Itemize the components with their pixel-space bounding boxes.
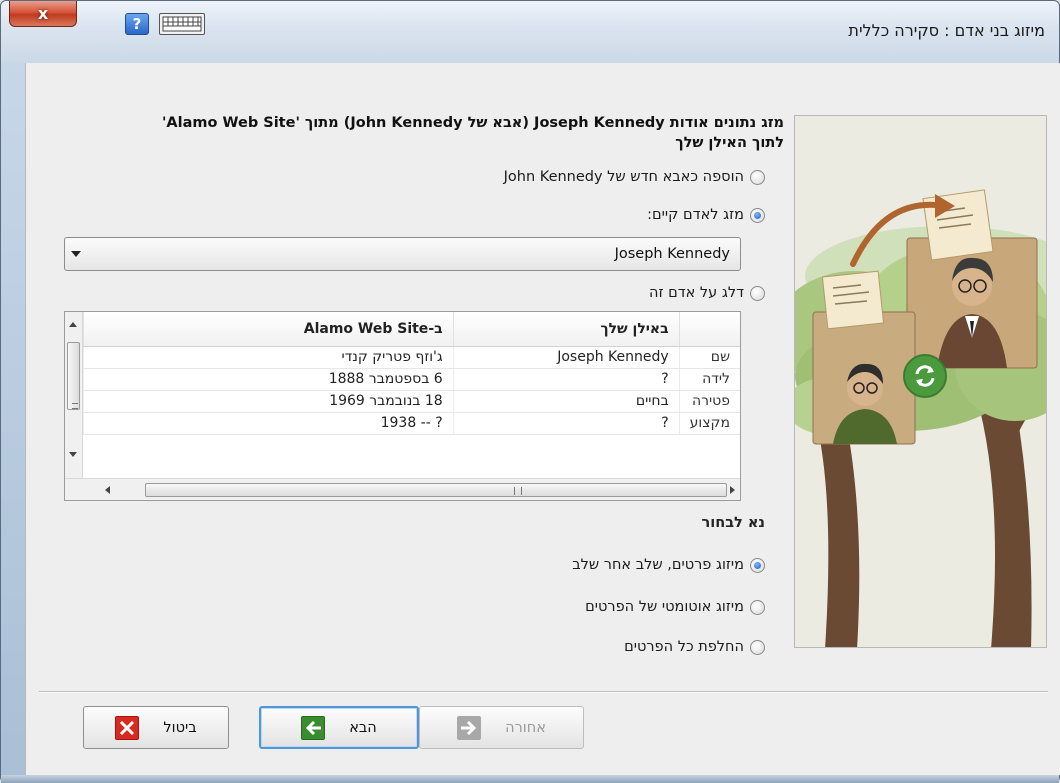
cell-your-tree: ? — [452, 412, 680, 435]
table-row: שם Joseph Kennedy ג'וזף פטריק קנדי — [83, 346, 740, 369]
table-header-row: באילן שלך ב-Alamo Web Site — [83, 312, 740, 347]
option-add-new[interactable]: הוספה כאבא חדש של John Kennedy — [504, 167, 765, 187]
table-row: פטירה בחיים 18 בנובמבר 1969 — [83, 390, 740, 413]
arrow-left-icon — [301, 715, 326, 740]
scroll-down-icon[interactable] — [69, 452, 77, 457]
help-icon[interactable]: ? — [125, 13, 149, 35]
row-label: פטירה — [678, 390, 740, 413]
close-button[interactable]: x — [9, 1, 77, 27]
cell-your-tree: בחיים — [452, 390, 680, 413]
option-step-by-step[interactable]: מיזוג פרטים, שלב אחר שלב — [572, 555, 765, 575]
footer-separator — [39, 691, 1048, 693]
row-label: מקצוע — [678, 412, 740, 435]
back-button-label: אחורה — [505, 719, 546, 736]
heading-line-2: לתוך האילן שלך — [675, 135, 784, 151]
horizontal-scrollbar[interactable] — [65, 478, 740, 500]
dialog-content: מזג נתונים אודות Joseph Kennedy (אבא של … — [25, 63, 1060, 775]
next-button-label: הבא — [349, 719, 377, 736]
compare-table: באילן שלך ב-Alamo Web Site שם Joseph Ken… — [83, 312, 740, 435]
radio-skip[interactable] — [750, 285, 765, 301]
option-skip[interactable]: דלג על אדם זה — [649, 283, 765, 303]
cancel-button[interactable]: ביטול — [83, 706, 229, 749]
option-automatic[interactable]: מיזוג אוטומטי של הפרטים — [585, 597, 765, 617]
scroll-right-icon[interactable] — [730, 486, 735, 494]
radio-step-by-step[interactable] — [750, 557, 765, 573]
horizontal-scroll-thumb[interactable] — [145, 483, 727, 497]
next-button[interactable]: הבא — [259, 706, 419, 749]
scroll-left-icon[interactable] — [105, 486, 110, 494]
option-automatic-label: מיזוג אוטומטי של הפרטים — [585, 599, 744, 615]
grip-icon — [514, 487, 522, 495]
column-header-your-tree[interactable]: באילן שלך — [452, 312, 680, 347]
column-header-field — [678, 312, 740, 347]
merge-illustration — [794, 115, 1047, 648]
option-merge-existing-label: מזג לאדם קיים: — [647, 207, 744, 223]
cell-site: ? -- 1938 — [83, 412, 454, 435]
title-bar: x ? מיזוג בני אדם : סקירה כללית — [1, 1, 1059, 63]
person-dropdown-value: Joseph Kennedy — [614, 246, 730, 262]
table-row: מקצוע ? ? -- 1938 — [83, 412, 740, 435]
dialog-window: x ? מיזוג בני אדם : סקירה כללית מזג נתונ… — [0, 0, 1060, 783]
person-dropdown[interactable]: Joseph Kennedy — [64, 237, 741, 271]
column-header-site[interactable]: ב-Alamo Web Site — [83, 312, 454, 347]
option-add-new-label: הוספה כאבא חדש של John Kennedy — [503, 169, 744, 185]
cell-your-tree: Joseph Kennedy — [452, 346, 680, 369]
radio-automatic[interactable] — [750, 599, 765, 615]
cell-your-tree: ? — [452, 368, 680, 391]
option-replace-all[interactable]: החלפת כל הפרטים — [624, 637, 765, 657]
row-label: שם — [678, 346, 740, 369]
vertical-scrollbar[interactable] — [65, 312, 83, 478]
radio-replace-all[interactable] — [750, 639, 765, 655]
choose-title: נא לבחור — [701, 515, 765, 531]
cancel-button-label: ביטול — [163, 719, 197, 736]
arrow-right-icon — [457, 715, 482, 740]
heading-line-1: מזג נתונים אודות Joseph Kennedy (אבא של … — [161, 115, 784, 131]
cell-site: 18 בנובמבר 1969 — [83, 390, 454, 413]
window-title: מיזוג בני אדם : סקירה כללית — [848, 21, 1045, 40]
option-step-by-step-label: מיזוג פרטים, שלב אחר שלב — [572, 557, 744, 573]
chevron-down-icon[interactable] — [71, 251, 81, 257]
window-bottom-edge — [1, 775, 1059, 783]
radio-add-new[interactable] — [750, 169, 765, 185]
sync-icon — [903, 354, 947, 398]
table-row: לידה ? 6 בספטמבר 1888 — [83, 368, 740, 391]
option-replace-all-label: החלפת כל הפרטים — [624, 639, 744, 655]
radio-merge-existing[interactable] — [750, 207, 765, 223]
back-button[interactable]: אחורה — [419, 706, 584, 749]
compare-table-container: באילן שלך ב-Alamo Web Site שם Joseph Ken… — [64, 311, 741, 501]
cell-site: 6 בספטמבר 1888 — [83, 368, 454, 391]
cancel-x-icon — [115, 715, 140, 740]
keyboard-icon[interactable] — [159, 13, 205, 35]
merge-heading: מזג נתונים אודות Joseph Kennedy (אבא של … — [84, 113, 784, 153]
row-label: לידה — [678, 368, 740, 391]
grip-icon — [72, 403, 78, 409]
scroll-up-icon[interactable] — [69, 322, 77, 327]
vertical-scroll-thumb[interactable] — [67, 342, 80, 410]
cell-site: ג'וזף פטריק קנדי — [83, 346, 454, 369]
option-skip-label: דלג על אדם זה — [648, 285, 744, 301]
option-merge-existing[interactable]: מזג לאדם קיים: — [647, 205, 765, 225]
close-icon: x — [37, 4, 49, 23]
